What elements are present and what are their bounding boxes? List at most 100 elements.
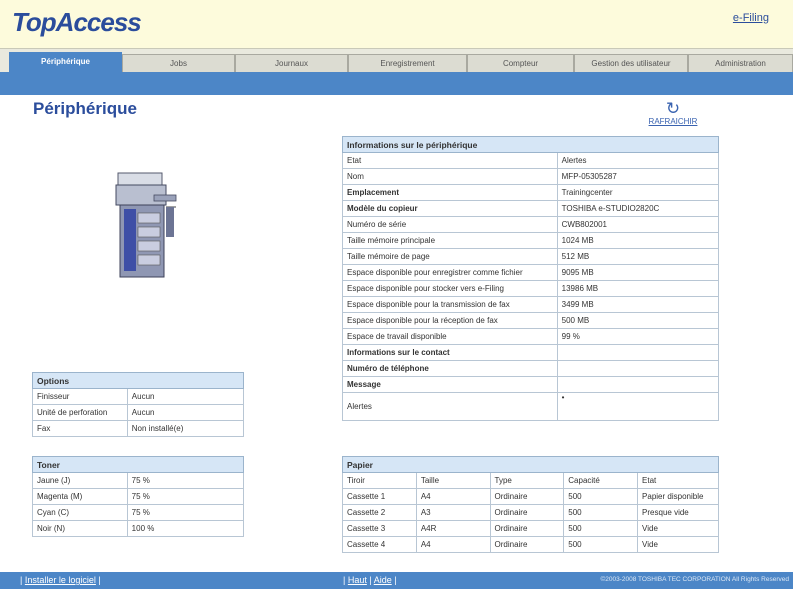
- toner-label: Noir (N): [32, 520, 128, 537]
- info-value: [556, 376, 720, 393]
- footer-middle: | Haut | Aide |: [343, 575, 397, 585]
- options-header: Options: [32, 372, 244, 389]
- paper-table: Papier Tiroir Taille Type Capacité Etat …: [342, 456, 719, 553]
- toner-header: Toner: [32, 456, 244, 473]
- app-logo: TopAccess: [12, 7, 142, 37]
- refresh-button[interactable]: ↻ RAFRAICHIR: [641, 100, 705, 126]
- toner-label: Cyan (C): [32, 504, 128, 521]
- alert-bullet: •: [556, 392, 720, 421]
- cell: A3: [415, 504, 491, 521]
- cell: Ordinaire: [489, 536, 565, 553]
- info-label: Informations sur le contact: [342, 344, 558, 361]
- table-row: Cassette 4 A4 Ordinaire 500 Vide: [342, 536, 719, 553]
- tab-administration[interactable]: Administration: [688, 54, 793, 73]
- table-row: Espace disponible pour la transmission d…: [342, 296, 720, 313]
- toner-value: 75 %: [126, 488, 245, 505]
- tab-journaux[interactable]: Journaux: [235, 54, 348, 73]
- info-value: TOSHIBA e-STUDIO2820C: [556, 200, 720, 217]
- table-row: Numéro de série CWB802001: [342, 216, 720, 233]
- copyright: ©2003-2008 TOSHIBA TEC CORPORATION All R…: [600, 576, 789, 583]
- cell: Ordinaire: [489, 520, 565, 537]
- table-row: Jaune (J) 75 %: [32, 472, 245, 489]
- toner-value: 100 %: [126, 520, 245, 537]
- help-link[interactable]: Aide: [374, 575, 392, 585]
- info-value: 3499 MB: [556, 296, 720, 313]
- info-value: Trainingcenter: [556, 184, 720, 201]
- column-header: Capacité: [563, 472, 639, 489]
- info-value: [556, 344, 720, 361]
- cell: 500: [563, 536, 639, 553]
- cell: Presque vide: [637, 504, 719, 521]
- info-label: Numéro de série: [342, 216, 558, 233]
- tab-bar: Périphérique Jobs Journaux Enregistremen…: [0, 48, 793, 73]
- table-row: Taille mémoire de page 512 MB: [342, 248, 720, 265]
- info-label: Etat: [342, 152, 558, 169]
- efiling-link[interactable]: e-Filing: [733, 12, 769, 24]
- info-value: 99 %: [556, 328, 720, 345]
- cell: A4: [415, 488, 491, 505]
- table-row: Espace disponible pour enregistrer comme…: [342, 264, 720, 281]
- table-row: Modèle du copieur TOSHIBA e-STUDIO2820C: [342, 200, 720, 217]
- table-row: Cassette 2 A3 Ordinaire 500 Presque vide: [342, 504, 719, 521]
- info-label: Taille mémoire principale: [342, 232, 558, 249]
- cell: Cassette 2: [342, 504, 417, 521]
- table-row: Espace disponible pour la réception de f…: [342, 312, 720, 329]
- cell: Papier disponible: [637, 488, 719, 505]
- cell: 500: [563, 504, 639, 521]
- refresh-icon: ↻: [665, 99, 681, 118]
- option-value: Non installé(e): [126, 420, 245, 437]
- toner-value: 75 %: [126, 504, 245, 521]
- tab-compteur[interactable]: Compteur: [467, 54, 574, 73]
- printer-image: [115, 172, 177, 278]
- table-row: Cassette 3 A4R Ordinaire 500 Vide: [342, 520, 719, 537]
- info-value: Alertes: [556, 152, 720, 169]
- header: TopAccess e-Filing: [0, 0, 793, 48]
- column-header: Type: [489, 472, 565, 489]
- info-label: Modèle du copieur: [342, 200, 558, 217]
- table-row: Numéro de téléphone: [342, 360, 720, 377]
- tab-peripherique[interactable]: Périphérique: [9, 52, 122, 73]
- info-label: Nom: [342, 168, 558, 185]
- info-value: 13986 MB: [556, 280, 720, 297]
- table-row: Taille mémoire principale 1024 MB: [342, 232, 720, 249]
- info-label: Espace disponible pour enregistrer comme…: [342, 264, 558, 281]
- option-value: Aucun: [126, 388, 245, 405]
- cell: A4: [415, 536, 491, 553]
- cell: A4R: [415, 520, 491, 537]
- tab-enregistrement[interactable]: Enregistrement: [348, 54, 467, 73]
- table-row: Espace disponible pour stocker vers e-Fi…: [342, 280, 720, 297]
- option-label: Unité de perforation: [32, 404, 128, 421]
- table-row: Message: [342, 376, 720, 393]
- column-header: Etat: [637, 472, 719, 489]
- toner-value: 75 %: [126, 472, 245, 489]
- paper-header: Papier: [342, 456, 719, 473]
- info-value: 9095 MB: [556, 264, 720, 281]
- table-row: Noir (N) 100 %: [32, 520, 245, 537]
- table-row: Nom MFP-05305287: [342, 168, 720, 185]
- tab-jobs[interactable]: Jobs: [122, 54, 235, 73]
- toner-table: Toner Jaune (J) 75 % Magenta (M) 75 % Cyan…: [32, 456, 245, 537]
- cell: Cassette 4: [342, 536, 417, 553]
- install-software-link[interactable]: Installer le logiciel: [25, 575, 96, 585]
- table-row: Alertes •: [342, 392, 720, 421]
- refresh-label: RAFRAICHIR: [648, 117, 698, 126]
- info-value: 1024 MB: [556, 232, 720, 249]
- table-row: Unité de perforation Aucun: [32, 404, 245, 421]
- cell: Cassette 3: [342, 520, 417, 537]
- column-header: Tiroir: [342, 472, 417, 489]
- footer-left: | Installer le logiciel |: [20, 575, 101, 585]
- footer: | Installer le logiciel | | Haut | Aide …: [0, 572, 793, 589]
- info-label: Message: [342, 376, 558, 393]
- table-row: Cassette 1 A4 Ordinaire 500 Papier disponibl…: [342, 488, 719, 505]
- table-row: Emplacement Trainingcenter: [342, 184, 720, 201]
- table-row: Fax Non installé(e): [32, 420, 245, 437]
- option-value: Aucun: [126, 404, 245, 421]
- table-row: Magenta (M) 75 %: [32, 488, 245, 505]
- top-link[interactable]: Haut: [348, 575, 367, 585]
- option-label: Finisseur: [32, 388, 128, 405]
- options-table: Options Finisseur Aucun Unité de perforat…: [32, 372, 245, 437]
- toner-label: Magenta (M): [32, 488, 128, 505]
- info-label: Taille mémoire de page: [342, 248, 558, 265]
- info-label: Espace de travail disponible: [342, 328, 558, 345]
- tab-gestion-utilisateur[interactable]: Gestion des utilisateur: [574, 54, 688, 73]
